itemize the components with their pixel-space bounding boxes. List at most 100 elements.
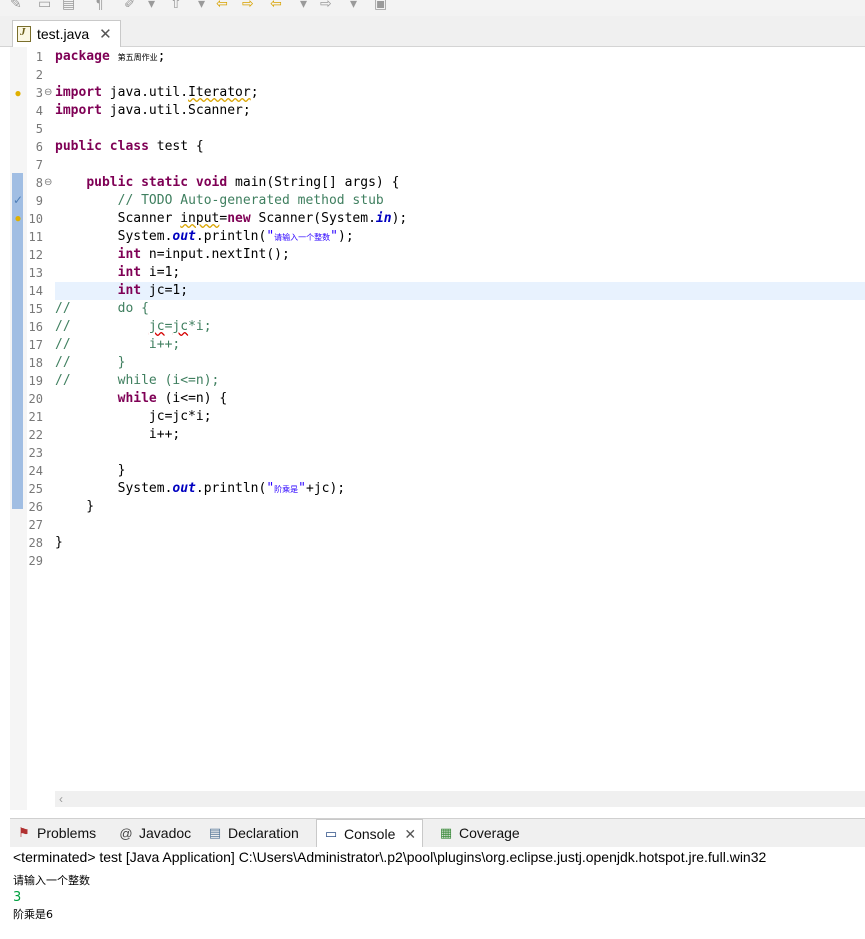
console-icon: ▭ [324, 826, 338, 841]
code-line[interactable]: } [55, 498, 865, 516]
problems-icon: ⚑ [18, 825, 30, 840]
tab-console[interactable]: ▭ Console ✕ [316, 819, 424, 848]
tab-label: Console [344, 826, 396, 842]
tool-icon[interactable]: ✎ [10, 0, 22, 10]
line-number: 5 [35, 122, 43, 136]
copy-icon[interactable]: ▭ [38, 0, 51, 10]
code-line[interactable]: // jc=jc*i; [55, 318, 865, 336]
console-output-line: 阶乘是6 [13, 908, 53, 921]
next-edit-icon[interactable]: ⇨ [320, 0, 332, 10]
code-line[interactable] [55, 156, 865, 174]
line-number: 25 [28, 482, 43, 496]
annotation-icon[interactable]: ✐ [124, 0, 136, 10]
line-number: 1 [35, 50, 43, 64]
code-line[interactable]: while (i<=n) { [55, 390, 865, 408]
coverage-icon: ▦ [439, 825, 453, 840]
code-line[interactable]: System.out.println("阶乘是"+jc); [55, 480, 865, 498]
line-number: 16 [28, 320, 43, 334]
code-line[interactable]: int jc=1; [55, 282, 865, 300]
code-line[interactable]: int i=1; [55, 264, 865, 282]
line-number: 14 [28, 284, 43, 298]
line-number: 27 [28, 518, 43, 532]
line-number: 17 [28, 338, 43, 352]
tab-label: Coverage [459, 825, 520, 841]
horizontal-scrollbar[interactable]: ‹ [55, 791, 865, 807]
paragraph-icon[interactable]: ¶ [96, 0, 104, 10]
code-line[interactable]: public class test { [55, 138, 865, 156]
console-input-line: 3 [13, 890, 22, 905]
annotation-ruler: ● ✓ ● [10, 47, 27, 810]
line-number: 6 [35, 140, 43, 154]
code-line[interactable]: import java.util.Scanner; [55, 102, 865, 120]
fold-collapse-icon[interactable]: ⊖ [44, 84, 52, 102]
code-line[interactable]: package 第五周作业; [55, 48, 865, 66]
code-line[interactable] [55, 444, 865, 462]
warning-bulb-icon[interactable]: ● [11, 211, 25, 225]
tab-coverage[interactable]: ▦ Coverage [438, 819, 520, 847]
code-line[interactable]: System.out.println("请输入一个整数"); [55, 228, 865, 246]
tab-declaration[interactable]: ▤ Declaration [207, 819, 299, 847]
scroll-left-icon[interactable]: ‹ [59, 791, 63, 807]
code-line[interactable] [55, 120, 865, 138]
code-line[interactable]: int n=input.nextInt(); [55, 246, 865, 264]
console-status: <terminated> test [Java Application] C:\… [13, 847, 865, 867]
line-number: 10 [28, 212, 43, 226]
line-number: 23 [28, 446, 43, 460]
code-line[interactable]: Scanner input=new Scanner(System.in); [55, 210, 865, 228]
editor-tab-test-java[interactable]: test.java ✕ [12, 20, 121, 47]
line-number: 29 [28, 554, 43, 568]
code-line[interactable]: // } [55, 354, 865, 372]
bookmark-icon[interactable]: ⇧ [170, 0, 182, 10]
console-output-line: 请输入一个整数 [13, 874, 90, 887]
tab-problems[interactable]: ⚑ Problems [16, 819, 96, 847]
back-icon[interactable]: ⇦ [216, 0, 228, 10]
open-perspective-icon[interactable]: ▣ [374, 0, 387, 10]
warning-bulb-icon[interactable]: ● [11, 86, 25, 100]
bottom-panel-tabs: ⚑ Problems @ Javadoc ▤ Declaration ▭ Con… [10, 818, 865, 848]
line-number: 18 [28, 356, 43, 370]
line-number: 11 [28, 230, 43, 244]
javadoc-icon: @ [119, 825, 133, 841]
declaration-icon: ▤ [208, 825, 222, 840]
dropdown-icon[interactable]: ▾ [198, 0, 205, 10]
forward-icon[interactable]: ⇨ [242, 0, 254, 10]
line-number: 15 [28, 302, 43, 316]
code-line[interactable] [55, 516, 865, 534]
code-line[interactable]: // while (i<=n); [55, 372, 865, 390]
tab-label: Javadoc [139, 825, 192, 841]
code-line[interactable]: // TODO Auto-generated method stub [55, 192, 865, 210]
tab-javadoc[interactable]: @ Javadoc [118, 819, 191, 847]
code-line[interactable]: import java.util.Iterator; [55, 84, 865, 102]
line-number: 8 [35, 176, 43, 190]
java-file-icon [17, 26, 31, 42]
prev-edit-icon[interactable]: ⇦ [270, 0, 282, 10]
close-icon[interactable]: ✕ [99, 25, 112, 43]
code-line[interactable] [55, 66, 865, 84]
close-icon[interactable]: ✕ [404, 826, 416, 843]
fold-collapse-icon[interactable]: ⊖ [44, 174, 52, 192]
task-icon[interactable]: ✓ [11, 193, 25, 207]
line-number: 26 [28, 500, 43, 514]
dropdown-icon[interactable]: ▾ [300, 0, 307, 10]
code-line[interactable]: } [55, 462, 865, 480]
code-line[interactable]: i++; [55, 426, 865, 444]
code-line[interactable]: } [55, 534, 865, 552]
paste-icon[interactable]: ▤ [62, 0, 75, 10]
line-number: 22 [28, 428, 43, 442]
line-number: 4 [35, 104, 43, 118]
tab-label: Declaration [228, 825, 299, 841]
dropdown-icon[interactable]: ▾ [350, 0, 357, 10]
code-line[interactable]: public static void main(String[] args) { [55, 174, 865, 192]
code-line[interactable]: // i++; [55, 336, 865, 354]
code-editor[interactable]: ● ✓ ● 1 2 3 ⊖ 4 5 6 7 8 ⊖ 9 10 11 12 13 14 15 16 17 18 19 20 2… [0, 47, 865, 810]
line-number: 13 [28, 266, 43, 280]
code-line[interactable]: // do { [55, 300, 865, 318]
line-number: 20 [28, 392, 43, 406]
dropdown-icon[interactable]: ▾ [148, 0, 155, 10]
code-line[interactable] [55, 552, 865, 570]
line-number: 3 [35, 86, 43, 100]
line-number: 28 [28, 536, 43, 550]
code-line[interactable]: jc=jc*i; [55, 408, 865, 426]
code-text-area[interactable]: package 第五周作业; import java.util.Iterator;… [55, 47, 865, 810]
line-number: 12 [28, 248, 43, 262]
